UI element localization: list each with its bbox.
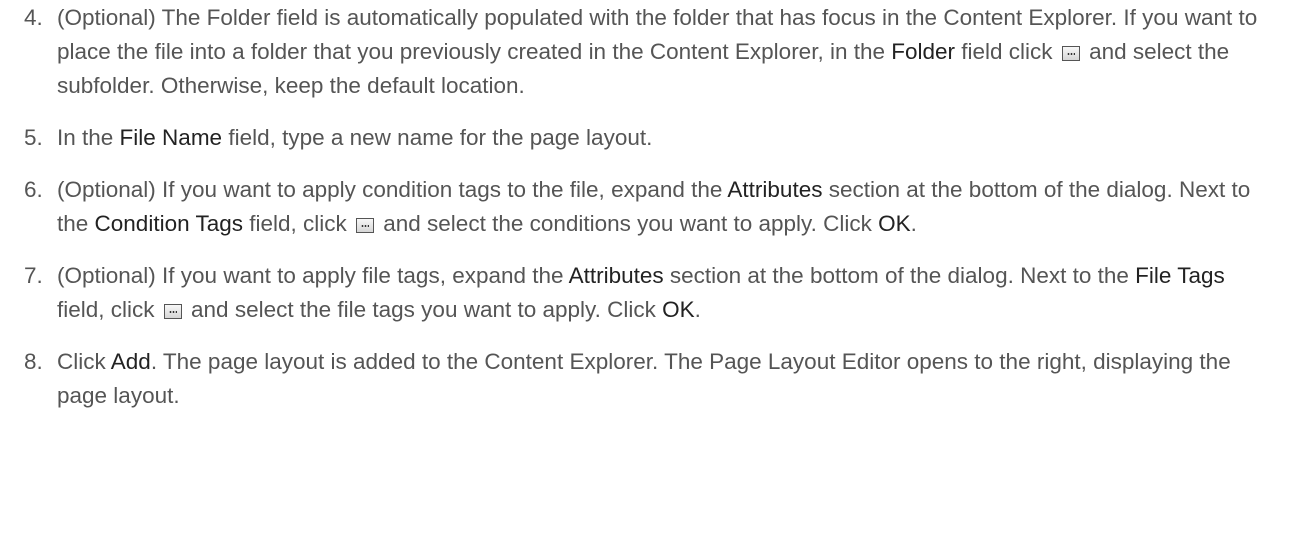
step-text-run: In the [57,125,120,150]
step-item: 6. (Optional) If you want to apply condit… [0,173,1294,241]
ui-term: Folder [891,39,956,64]
step-number: 5. [24,125,43,150]
ui-term: Add [110,349,151,374]
step-text-run: section at the bottom of the dialog. Nex… [663,263,1136,288]
instruction-steps-list: 4. (Optional) The Folder field is automat… [0,1,1294,413]
step-text-run: field, type a new name for the page layo… [222,125,653,150]
ui-term: Attributes [727,177,823,202]
ui-term: File Name [119,125,223,150]
step-number: 4. [24,5,43,30]
step-text-run: Click [57,349,111,374]
step-text-run: (Optional) If you want to apply file tag… [57,263,569,288]
step-text-run: field, click [57,297,161,322]
step-text-run: and select the conditions you want to ap… [377,211,879,236]
ui-term: OK [662,297,695,322]
ellipsis-button-icon [1061,46,1080,61]
step-number: 7. [24,263,43,288]
step-text: (Optional) If you want to apply conditio… [57,173,1274,241]
step-text-run: and select the file tags you want to app… [184,297,663,322]
step-item: 7. (Optional) If you want to apply file t… [0,259,1294,327]
ui-term: Condition Tags [94,211,243,236]
step-text: In the File Name field, type a new name … [57,121,1274,155]
step-text: Click Add. The page layout is added to t… [57,345,1274,413]
step-text-run: (Optional) If you want to apply conditio… [57,177,728,202]
step-text-run: . [910,211,917,236]
step-text-run: field click [955,39,1059,64]
step-number: 8. [24,349,43,374]
step-text: (Optional) The Folder field is automatic… [57,1,1274,103]
step-text-run: . The page layout is added to the Conten… [57,349,1231,408]
ui-term: Attributes [568,263,664,288]
step-item: 4. (Optional) The Folder field is automat… [0,1,1294,103]
ui-term: OK [878,211,911,236]
step-item: 8. Click Add. The page layout is added to… [0,345,1294,413]
ellipsis-button-icon [163,304,182,319]
step-number: 6. [24,177,43,202]
step-text: (Optional) If you want to apply file tag… [57,259,1274,327]
step-item: 5. In the File Name field, type a new nam… [0,121,1294,155]
step-text-run: . [694,297,701,322]
ui-term: File Tags [1135,263,1225,288]
ellipsis-button-icon [356,218,374,233]
step-text-run: field, click [242,211,353,236]
